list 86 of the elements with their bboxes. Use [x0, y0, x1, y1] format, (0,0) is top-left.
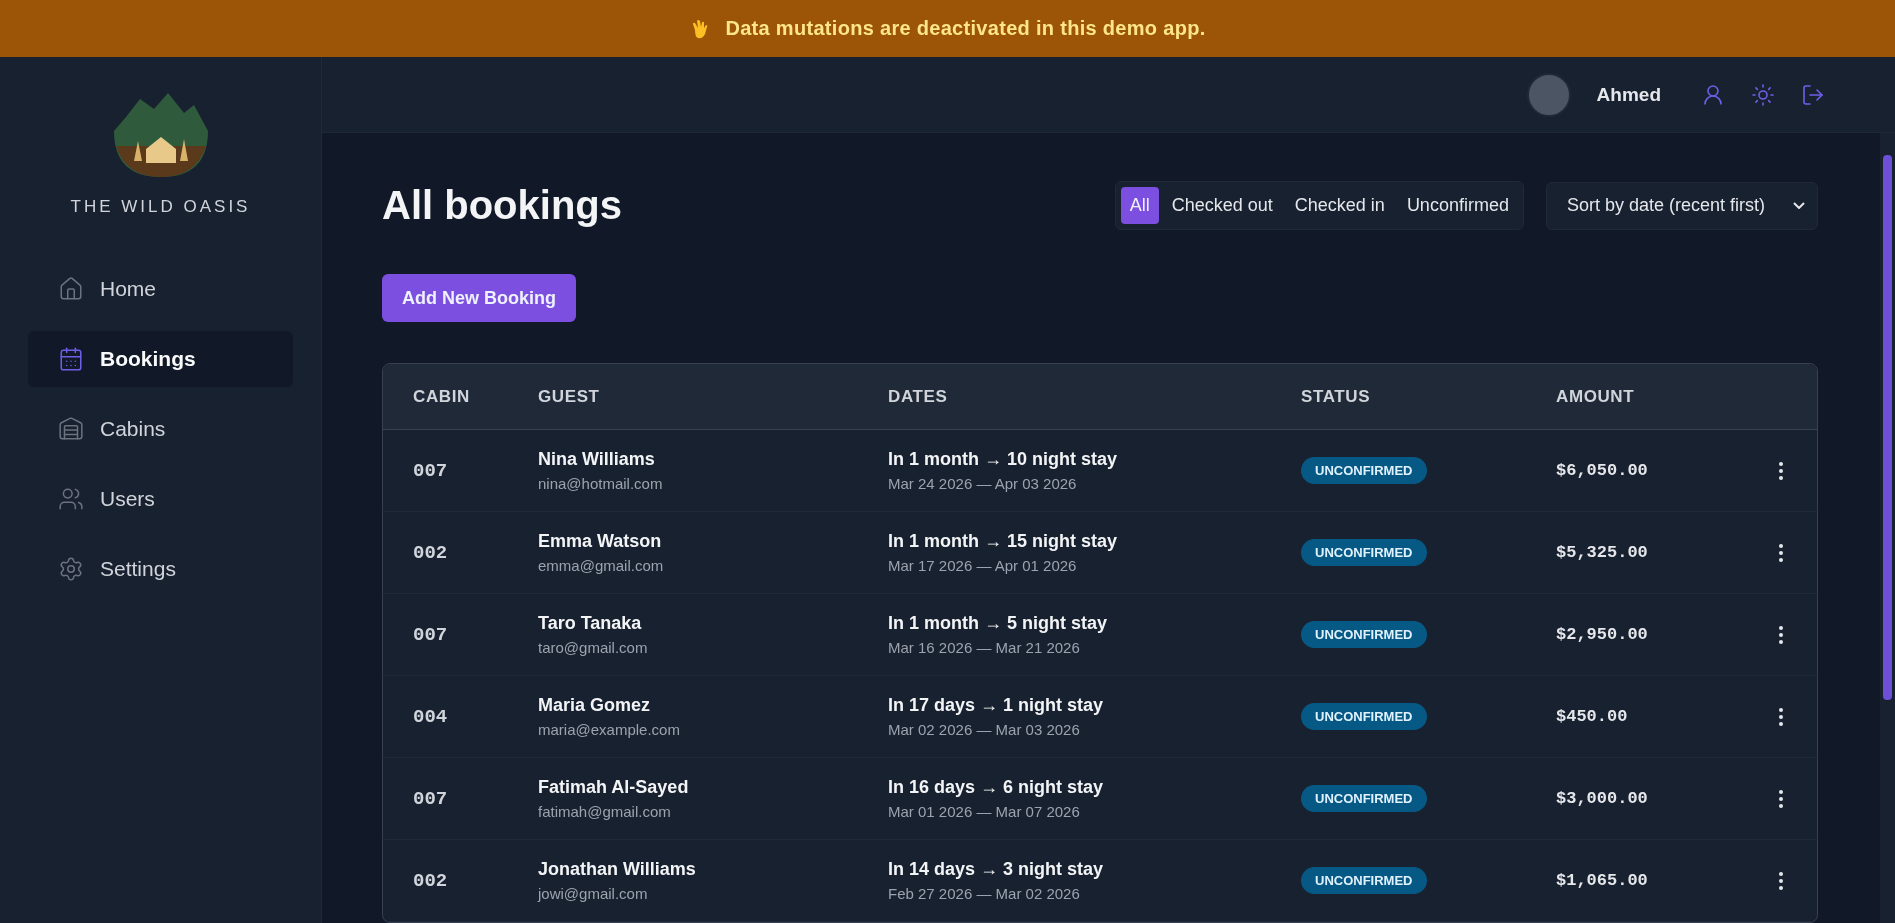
status-badge: UNCONFIRMED	[1301, 867, 1427, 894]
stay-summary: In 1 month → 5 night stay	[888, 613, 1108, 634]
nav-item[interactable]: Settings	[28, 541, 293, 597]
column-header: CABIN	[413, 386, 471, 407]
row-menu-button[interactable]	[1779, 871, 1783, 890]
date-range: Mar 17 2026 — Apr 01 2026	[888, 557, 1078, 574]
guest-name: Taro Tanaka	[538, 613, 643, 634]
guest-email: emma@gmail.com	[538, 557, 665, 574]
nav-item[interactable]: Cabins	[28, 401, 293, 457]
status-badge: UNCONFIRMED	[1301, 703, 1427, 730]
guest-name: Fatimah Al-Sayed	[538, 777, 690, 798]
page-title: All bookings	[382, 183, 622, 228]
theme-toggle-button[interactable]	[1751, 82, 1775, 107]
amount: $5,325.00	[1556, 543, 1649, 562]
status-badge: UNCONFIRMED	[1301, 539, 1427, 566]
filter-tab[interactable]: Checked out	[1162, 187, 1282, 224]
add-booking-button[interactable]: Add New Booking	[382, 274, 576, 322]
more-vertical-icon	[1779, 461, 1783, 480]
guest-email: maria@example.com	[538, 721, 681, 738]
stay-summary: In 1 month → 10 night stay	[888, 449, 1119, 470]
row-menu-button[interactable]	[1779, 543, 1783, 562]
date-range: Mar 16 2026 — Mar 21 2026	[888, 639, 1081, 656]
cabin-number: 007	[413, 623, 449, 646]
date-range: Mar 24 2026 — Apr 03 2026	[888, 475, 1078, 492]
date-range: Mar 01 2026 — Mar 07 2026	[888, 803, 1081, 820]
cabin-number: 002	[413, 869, 449, 892]
amount: $6,050.00	[1556, 461, 1649, 480]
users-icon	[58, 486, 84, 512]
column-header: AMOUNT	[1556, 386, 1636, 407]
row-menu-button[interactable]	[1779, 707, 1783, 726]
date-range: Mar 02 2026 — Mar 03 2026	[888, 721, 1081, 738]
stay-summary: In 14 days → 3 night stay	[888, 859, 1105, 880]
column-header: STATUS	[1301, 386, 1372, 407]
status-badge: UNCONFIRMED	[1301, 785, 1427, 812]
stay-summary: In 16 days → 6 night stay	[888, 777, 1105, 798]
more-vertical-icon	[1779, 625, 1783, 644]
amount: $450.00	[1556, 707, 1629, 726]
stay-summary: In 17 days → 1 night stay	[888, 695, 1105, 716]
row-menu-button[interactable]	[1779, 789, 1783, 808]
amount: $3,000.00	[1556, 789, 1649, 808]
status-badge: UNCONFIRMED	[1301, 457, 1427, 484]
cabin-number: 004	[413, 705, 449, 728]
guest-email: nina@hotmail.com	[538, 475, 664, 492]
user-name: Ahmed	[1596, 83, 1661, 106]
cabin-number: 007	[413, 459, 449, 482]
guest-name: Nina Williams	[538, 449, 656, 470]
guest-email: fatimah@gmail.com	[538, 803, 672, 820]
amount: $1,065.00	[1556, 871, 1649, 890]
date-range: Feb 27 2026 — Mar 02 2026	[888, 885, 1081, 902]
row-menu-button[interactable]	[1779, 625, 1783, 644]
guest-name: Jonathan Williams	[538, 859, 697, 880]
sun-icon	[1751, 82, 1775, 107]
user-icon	[1701, 82, 1725, 107]
calendar-icon	[58, 346, 84, 372]
nav-item[interactable]: Users	[28, 471, 293, 527]
column-header: DATES	[888, 386, 949, 407]
cabin-number: 007	[413, 787, 449, 810]
logout-button[interactable]	[1801, 82, 1825, 107]
nav-item[interactable]: Bookings	[28, 331, 293, 387]
column-header: GUEST	[538, 386, 601, 407]
more-vertical-icon	[1779, 707, 1783, 726]
building-icon	[58, 416, 84, 442]
guest-name: Maria Gomez	[538, 695, 652, 716]
row-menu-button[interactable]	[1779, 461, 1783, 480]
sort-select[interactable]: Sort by date (recent first)	[1545, 181, 1818, 230]
more-vertical-icon	[1779, 789, 1783, 808]
amount: $2,950.00	[1556, 625, 1649, 644]
more-vertical-icon	[1779, 871, 1783, 890]
guest-name: Emma Watson	[538, 531, 663, 552]
guest-email: jowi@gmail.com	[538, 885, 649, 902]
filter-tab[interactable]: Unconfirmed	[1397, 187, 1518, 224]
home-icon	[58, 276, 84, 302]
stay-summary: In 1 month → 15 night stay	[888, 531, 1119, 552]
cabin-number: 002	[413, 541, 449, 564]
filter-tab[interactable]: All	[1120, 187, 1159, 224]
filter-tab[interactable]: Checked in	[1285, 187, 1394, 224]
status-badge: UNCONFIRMED	[1301, 621, 1427, 648]
account-button[interactable]	[1701, 82, 1725, 107]
settings-icon	[58, 556, 84, 582]
chevron-down-icon	[1793, 202, 1805, 209]
more-vertical-icon	[1779, 543, 1783, 562]
guest-email: taro@gmail.com	[538, 639, 649, 656]
nav-item[interactable]: Home	[28, 261, 293, 317]
logout-icon	[1801, 82, 1825, 107]
banner-text: Data mutations are deactivated in this demo app.	[725, 17, 1206, 40]
brand-name: THE WILD OASIS	[70, 197, 251, 217]
